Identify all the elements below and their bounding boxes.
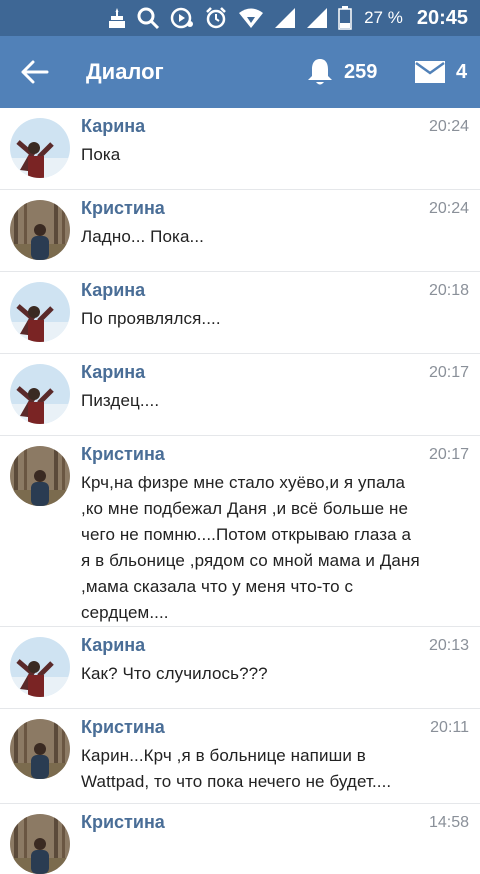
avatar <box>10 814 70 874</box>
message-text: Пиздец.... <box>81 391 160 410</box>
message-time: 20:24 <box>428 118 469 135</box>
messages-count: 4 <box>456 60 468 83</box>
message-row[interactable]: Карина Пиздец.... 20:17 <box>0 354 480 436</box>
message-time: 14:58 <box>428 814 469 831</box>
cake-icon <box>108 7 126 29</box>
message-text: Крч,на физре мне стало хуёво,и я упала ,… <box>81 473 420 622</box>
message-time: 20:11 <box>430 719 469 736</box>
message-time: 20:17 <box>428 364 469 381</box>
avatar <box>10 200 70 260</box>
sender-name: Карина <box>81 280 146 300</box>
message-text: Карин...Крч ,я в больнице напиши в Wattp… <box>81 746 392 791</box>
avatar <box>10 282 70 342</box>
message-row[interactable]: Кристина Крч,на физре мне стало хуёво,и … <box>0 436 480 627</box>
message-row[interactable]: Кристина Ладно... Пока... 20:24 <box>0 190 480 272</box>
sender-name: Кристина <box>81 812 165 832</box>
battery-percent: 27 % <box>364 8 403 27</box>
bell-icon <box>308 59 332 85</box>
message-time: 20:24 <box>428 200 469 217</box>
sender-name: Карина <box>81 362 146 382</box>
message-time: 20:17 <box>428 446 469 463</box>
battery-icon <box>338 6 352 30</box>
arrow-left-icon <box>21 60 49 84</box>
message-row[interactable]: Кристина Карин...Крч ,я в больнице напиш… <box>0 709 480 804</box>
page-title: Диалог <box>86 59 164 84</box>
sender-name: Карина <box>81 635 146 655</box>
back-button[interactable] <box>0 36 70 108</box>
clock: 20:45 <box>416 6 468 29</box>
message-time: 20:13 <box>428 637 469 654</box>
avatar <box>10 118 70 178</box>
avatar <box>10 364 70 424</box>
message-list: Карина Пока 20:24 Кристина Ладно... Пока… <box>0 108 480 874</box>
message-text: Как? Что случилось??? <box>81 664 268 683</box>
status-bar: 27 % 20:45 <box>0 0 480 36</box>
sender-name: Кристина <box>81 198 165 218</box>
sender-name: Кристина <box>81 444 165 464</box>
envelope-icon <box>415 61 445 83</box>
message-text: Ладно... Пока... <box>81 227 204 246</box>
signal-icon-2 <box>306 7 328 29</box>
message-row[interactable]: Карина Как? Что случилось??? 20:13 <box>0 627 480 709</box>
signal-icon <box>274 7 296 29</box>
messages-button[interactable]: 4 <box>414 36 467 108</box>
sender-name: Карина <box>81 116 146 136</box>
media-icon <box>170 6 194 30</box>
alarm-icon <box>204 6 228 30</box>
avatar <box>10 637 70 697</box>
message-text: Пока <box>81 145 121 164</box>
wifi-icon <box>238 7 264 29</box>
avatar <box>10 719 70 779</box>
toolbar: Диалог 259 4 <box>0 36 480 108</box>
avatar <box>10 446 70 506</box>
sender-name: Кристина <box>81 717 165 737</box>
notifications-button[interactable]: 259 <box>306 36 377 108</box>
message-row[interactable]: Карина По проявлялся.... 20:18 <box>0 272 480 354</box>
message-text: По проявлялся.... <box>81 309 221 328</box>
search-icon <box>136 6 160 30</box>
message-time: 20:18 <box>428 282 469 299</box>
notifications-count: 259 <box>344 60 378 83</box>
message-row[interactable]: Кристина 14:58 <box>0 804 480 874</box>
message-row[interactable]: Карина Пока 20:24 <box>0 108 480 190</box>
